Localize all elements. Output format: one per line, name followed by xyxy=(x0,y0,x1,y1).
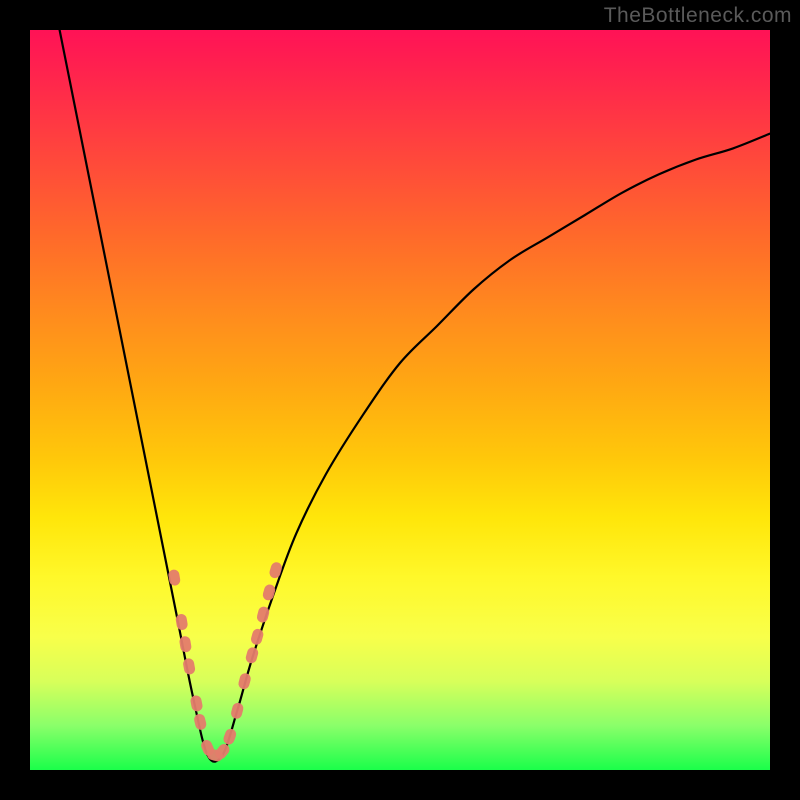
curve-svg xyxy=(30,30,770,770)
plot-area xyxy=(30,30,770,770)
chart-container: TheBottleneck.com xyxy=(0,0,800,800)
watermark-text: TheBottleneck.com xyxy=(604,4,792,28)
curve-marker xyxy=(222,727,238,746)
bottleneck-curve-path xyxy=(60,30,770,762)
curve-marker xyxy=(268,561,283,579)
curve-marker xyxy=(230,702,245,720)
curve-path-group xyxy=(60,30,770,762)
curve-marker xyxy=(237,672,252,690)
curve-marker xyxy=(245,646,260,664)
curve-marker xyxy=(182,658,196,676)
marker-group xyxy=(168,561,284,763)
curve-marker xyxy=(193,713,208,731)
curve-marker xyxy=(262,583,277,601)
curve-marker xyxy=(190,694,204,712)
